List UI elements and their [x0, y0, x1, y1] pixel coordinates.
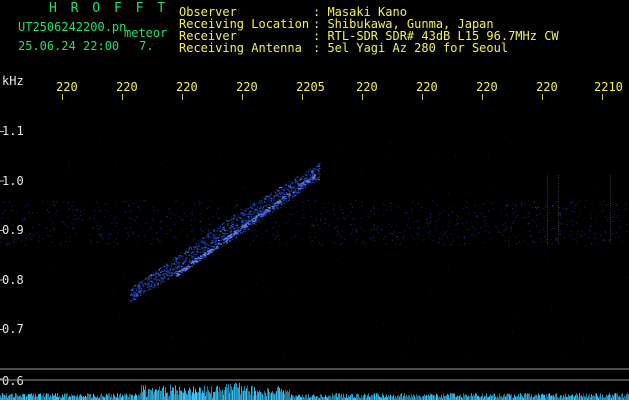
spectrogram-plot: [0, 94, 629, 400]
bottom-power-spectrum: [0, 382, 629, 400]
time-tick-marks: [62, 94, 603, 100]
frequency-tick-marks: [0, 131, 4, 380]
background-noise-band: [0, 140, 629, 361]
meteor-echo-trace: [130, 163, 321, 303]
